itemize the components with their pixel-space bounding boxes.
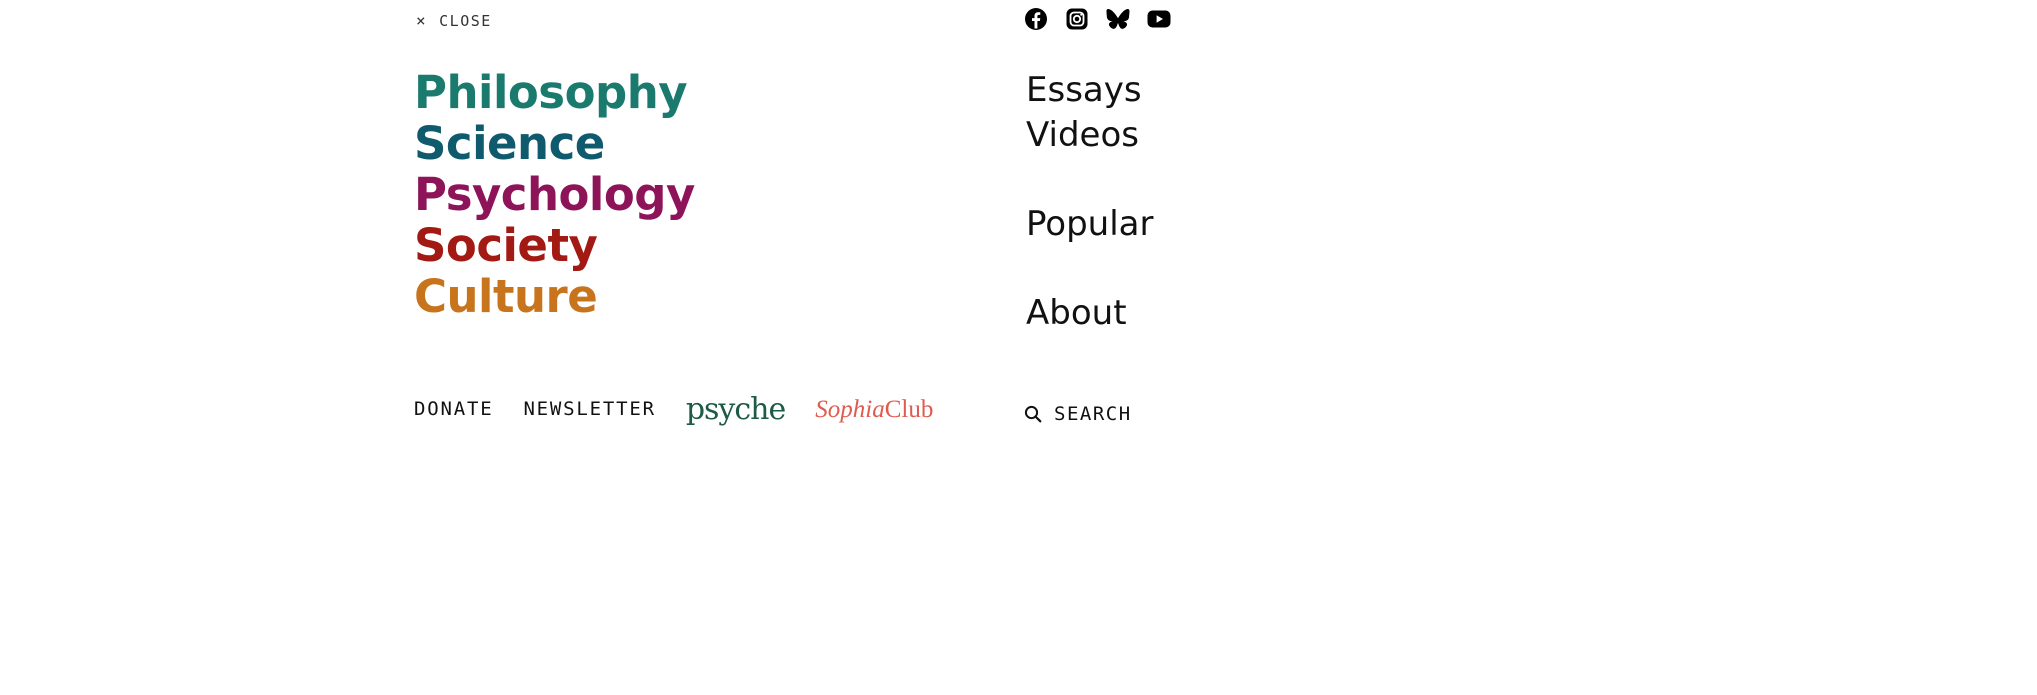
- sophia-logo-club: Club: [884, 395, 934, 423]
- sophia-logo-italic: Sophia: [815, 395, 885, 423]
- topic-link-culture[interactable]: Culture: [414, 271, 695, 322]
- instagram-icon[interactable]: [1065, 7, 1089, 31]
- psyche-logo-link[interactable]: psyche: [686, 395, 786, 425]
- newsletter-link[interactable]: NEWSLETTER: [523, 398, 655, 420]
- topics-nav: Philosophy Science Psychology Society Cu…: [414, 67, 695, 322]
- sophia-club-logo-link[interactable]: SophiaClub: [815, 397, 933, 422]
- youtube-icon[interactable]: [1147, 7, 1171, 31]
- close-menu-button[interactable]: × CLOSE: [416, 12, 492, 30]
- close-icon: ×: [416, 11, 428, 30]
- topic-link-philosophy[interactable]: Philosophy: [414, 67, 695, 118]
- facebook-icon[interactable]: [1024, 7, 1048, 31]
- search-button[interactable]: SEARCH: [1024, 403, 1132, 425]
- close-label: CLOSE: [439, 12, 492, 30]
- popular-link[interactable]: Popular: [1026, 202, 1153, 247]
- bluesky-icon[interactable]: [1106, 7, 1130, 31]
- search-label: SEARCH: [1054, 403, 1132, 425]
- about-link[interactable]: About: [1026, 291, 1153, 336]
- essays-link[interactable]: Essays: [1026, 68, 1153, 113]
- search-icon: [1024, 405, 1042, 423]
- topic-link-psychology[interactable]: Psychology: [414, 169, 695, 220]
- videos-link[interactable]: Videos: [1026, 113, 1153, 158]
- topic-link-society[interactable]: Society: [414, 220, 695, 271]
- secondary-links: DONATE NEWSLETTER psyche SophiaClub: [414, 394, 933, 425]
- social-links: [1024, 7, 1171, 31]
- topic-link-science[interactable]: Science: [414, 118, 695, 169]
- sections-nav: Essays Videos Popular About: [1026, 68, 1153, 336]
- donate-link[interactable]: DONATE: [414, 398, 493, 420]
